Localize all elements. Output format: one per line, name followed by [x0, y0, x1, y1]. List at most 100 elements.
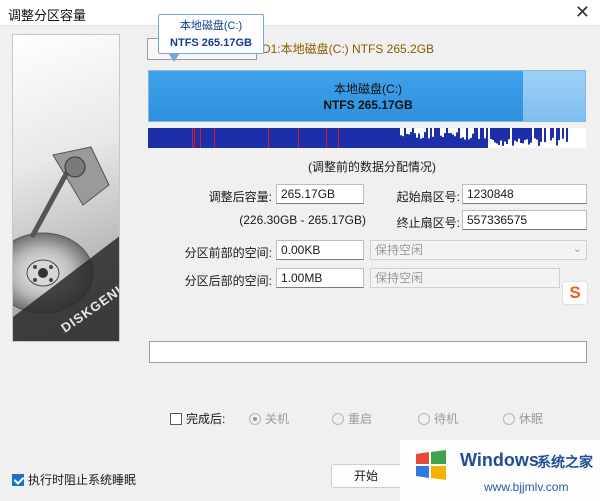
allocation-gap — [456, 128, 458, 133]
allocation-marker — [214, 128, 215, 148]
start-sector-input[interactable]: 1230848 — [462, 184, 587, 204]
partition-detail: NTFS 265.17GB — [323, 98, 413, 112]
radio-shutdown-label: 关机 — [265, 412, 290, 426]
allocation-gap — [440, 128, 442, 136]
allocation-gap — [462, 128, 464, 138]
after-completion-checkbox[interactable] — [170, 413, 182, 425]
after-completion-label: 完成后: — [186, 412, 226, 426]
start-sector-label: 起始扇区号: — [396, 190, 460, 204]
allocation-used — [524, 128, 526, 141]
allocation-marker — [194, 128, 195, 148]
partition-tooltip: 本地磁盘(C:) NTFS 265.17GB — [158, 14, 264, 54]
radio-hibernate[interactable]: 休眠 — [503, 410, 543, 427]
size-range-text: (226.30GB - 265.17GB) — [239, 213, 366, 227]
allocation-gap — [472, 128, 474, 134]
allocation-used — [498, 128, 500, 145]
tooltip-detail: NTFS 265.17GB — [170, 37, 252, 49]
allocation-gap — [432, 128, 434, 137]
block-sleep-checkbox[interactable] — [12, 474, 24, 486]
allocation-gap — [414, 128, 416, 134]
block-sleep-label: 执行时阻止系统睡眠 — [28, 473, 137, 487]
before-space-select[interactable]: 保持空闲 ⌄ — [370, 240, 587, 260]
allocation-used — [530, 128, 532, 143]
allocation-used — [526, 128, 528, 140]
progress-bar — [149, 341, 587, 363]
allocation-gap — [442, 128, 444, 138]
after-space-select[interactable]: 保持空闲 — [370, 268, 560, 288]
windows-logo-icon — [416, 450, 446, 480]
allocation-gap — [484, 128, 486, 139]
allocation-used — [518, 128, 520, 139]
allocation-used — [500, 128, 502, 141]
before-space-input[interactable]: 0.00KB — [276, 240, 364, 260]
allocation-gap — [532, 128, 534, 133]
allocation-marker — [298, 128, 299, 148]
allocation-used — [522, 128, 524, 144]
allocation-used — [506, 128, 508, 144]
end-sector-input[interactable]: 557336575 — [462, 210, 587, 230]
allocation-gap — [424, 128, 426, 133]
allocation-gap — [468, 128, 470, 140]
allocation-used — [508, 128, 510, 140]
after-space-input[interactable]: 1.00MB — [276, 268, 364, 288]
allocation-used — [514, 128, 516, 141]
size-input[interactable]: 265.17GB — [276, 184, 364, 204]
tooltip-tail — [168, 53, 180, 62]
allocation-used — [538, 128, 540, 146]
after-space-label: 分区后部的空间: — [184, 274, 272, 288]
radio-shutdown[interactable]: 关机 — [249, 410, 289, 427]
allocation-used-block — [148, 128, 488, 148]
allocation-marker — [268, 128, 269, 148]
allocation-used — [566, 128, 568, 142]
allocation-gap — [410, 128, 412, 133]
allocation-gap — [428, 128, 430, 139]
allocation-gap — [420, 128, 422, 139]
allocation-gap — [400, 128, 402, 136]
partition-bar[interactable]: 本地磁盘(C:) NTFS 265.17GB — [148, 70, 586, 122]
allocation-used — [536, 128, 538, 140]
allocation-used — [544, 128, 546, 143]
chevron-down-icon: ⌄ — [572, 243, 582, 255]
data-allocation-strip — [148, 128, 586, 148]
allocation-gap — [416, 128, 418, 138]
start-button[interactable]: 开始 — [331, 464, 401, 488]
allocation-gap — [450, 128, 452, 133]
allocation-used — [496, 128, 498, 144]
allocation-gap — [564, 128, 566, 135]
radio-dot — [503, 413, 515, 425]
close-icon[interactable]: ✕ — [575, 2, 590, 22]
allocation-used — [494, 128, 496, 143]
radio-hibernate-label: 休眠 — [519, 412, 544, 426]
allocation-caption: (调整前的数据分配情况) — [308, 160, 436, 174]
sogou-ime-icon[interactable]: S — [562, 281, 588, 305]
radio-standby[interactable]: 待机 — [418, 410, 458, 427]
allocation-gap — [422, 128, 424, 138]
before-space-label: 分区前部的空间: — [184, 246, 272, 260]
partition-label: 本地磁盘(C:) NTFS 265.17GB — [149, 81, 587, 113]
allocation-used — [492, 128, 494, 140]
watermark-brand-cn: 系统之家 — [537, 454, 593, 470]
allocation-used — [534, 128, 536, 139]
allocation-gap — [448, 128, 450, 134]
block-sleep-checkbox-row[interactable]: 执行时阻止系统睡眠 — [12, 471, 136, 488]
radio-restart[interactable]: 重启 — [332, 410, 372, 427]
tooltip-name: 本地磁盘(C:) — [179, 20, 243, 32]
after-completion-checkbox-row[interactable]: 完成后: — [170, 410, 225, 427]
watermark: Windows 系统之家 www.bjjmlv.com — [400, 440, 600, 501]
allocation-used — [528, 128, 530, 145]
allocation-gap — [464, 128, 466, 140]
radio-restart-label: 重启 — [348, 412, 373, 426]
allocation-marker — [200, 128, 201, 148]
allocation-gap — [418, 128, 420, 134]
allocation-marker — [192, 128, 193, 148]
allocation-gap — [510, 128, 512, 134]
diskgenius-logo-image: DISKGENIUS — [12, 34, 120, 342]
allocation-used — [550, 128, 552, 141]
allocation-used — [502, 128, 504, 146]
radio-dot — [332, 413, 344, 425]
allocation-gap — [542, 128, 544, 135]
allocation-gap — [402, 128, 404, 137]
end-sector-label: 终止扇区号: — [396, 216, 460, 230]
allocation-used — [490, 128, 492, 139]
size-label: 调整后容量: — [208, 190, 272, 204]
